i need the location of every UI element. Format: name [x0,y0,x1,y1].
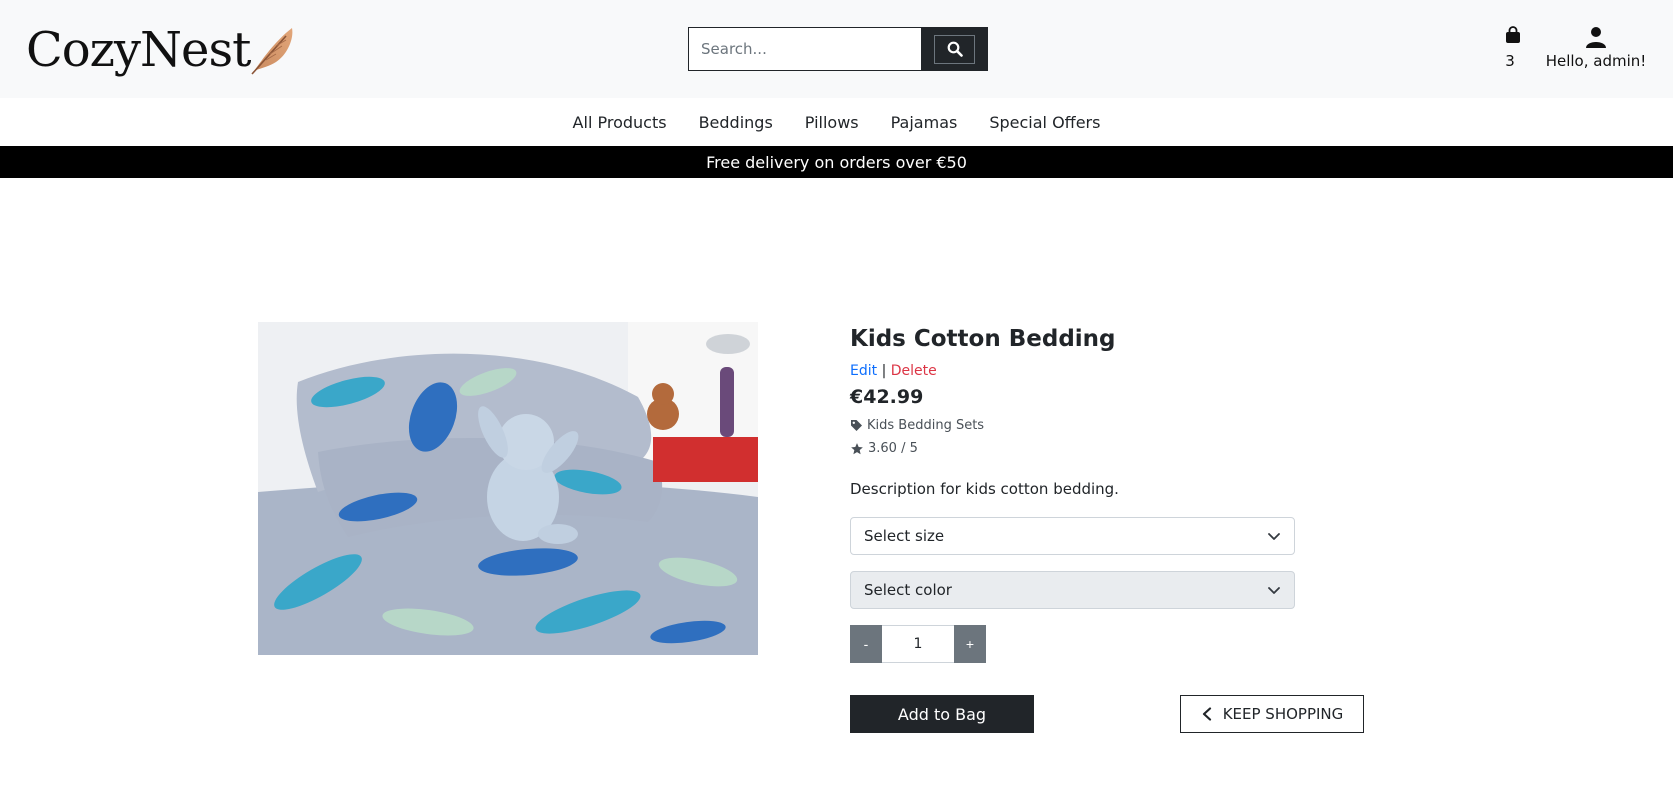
product-category[interactable]: Kids Bedding Sets [850,418,984,433]
quantity-stepper: - + [850,625,986,663]
add-to-bag-button[interactable]: Add to Bag [850,695,1034,733]
admin-actions: Edit | Delete [850,363,937,379]
product-title: Kids Cotton Bedding [850,326,1116,352]
brand-logo-text[interactable]: CozyNest [26,22,251,78]
nav-item-pajamas[interactable]: Pajamas [891,113,958,132]
shopping-bag-icon [1506,26,1520,43]
quantity-decrement-button[interactable]: - [850,625,882,663]
account-greeting[interactable]: Hello, admin! [1540,52,1652,70]
admin-separator: | [881,363,887,379]
edit-link[interactable]: Edit [850,363,877,379]
main-nav: All Products Beddings Pillows Pajamas Sp… [0,98,1673,146]
search-input[interactable] [688,27,921,71]
shopping-bag-link[interactable] [1496,26,1524,48]
search-button[interactable] [921,27,988,71]
keep-shopping-label: KEEP SHOPPING [1222,705,1344,723]
top-header: CozyNest 3 [0,0,1673,98]
color-select[interactable]: Select color [850,571,1295,609]
delivery-banner: Free delivery on orders over €50 [0,146,1673,178]
product-rating-value: 3.60 / 5 [868,441,918,456]
product-rating: 3.60 / 5 [850,441,918,456]
search-icon-frame [934,34,975,64]
product-photo [258,322,758,655]
nav-item-pillows[interactable]: Pillows [805,113,859,132]
size-select[interactable]: Select size [850,517,1295,555]
feather-icon [251,28,293,75]
tag-icon [851,420,862,431]
nav-item-beddings[interactable]: Beddings [699,113,773,132]
delivery-banner-text: Free delivery on orders over €50 [706,152,967,172]
user-icon [1586,27,1606,48]
quantity-input[interactable] [882,625,954,663]
quantity-increment-button[interactable]: + [954,625,986,663]
star-icon [851,442,863,454]
size-select-value: Select size [864,527,945,545]
delete-link[interactable]: Delete [891,363,937,379]
chevron-left-icon [1202,707,1211,721]
product-description: Description for kids cotton bedding. [850,480,1119,498]
product-category-label: Kids Bedding Sets [867,418,985,433]
search-icon [947,41,963,57]
product-image [258,322,758,655]
account-link[interactable] [1546,26,1646,52]
chevron-down-icon [1268,587,1280,594]
chevron-down-icon [1268,533,1280,540]
nav-item-special-offers[interactable]: Special Offers [989,113,1100,132]
keep-shopping-button[interactable]: KEEP SHOPPING [1180,695,1364,733]
color-select-value: Select color [864,581,952,599]
product-price: €42.99 [850,386,924,408]
nav-item-all-products[interactable]: All Products [573,113,667,132]
search-bar [688,27,988,71]
bag-count[interactable]: 3 [1496,52,1524,70]
